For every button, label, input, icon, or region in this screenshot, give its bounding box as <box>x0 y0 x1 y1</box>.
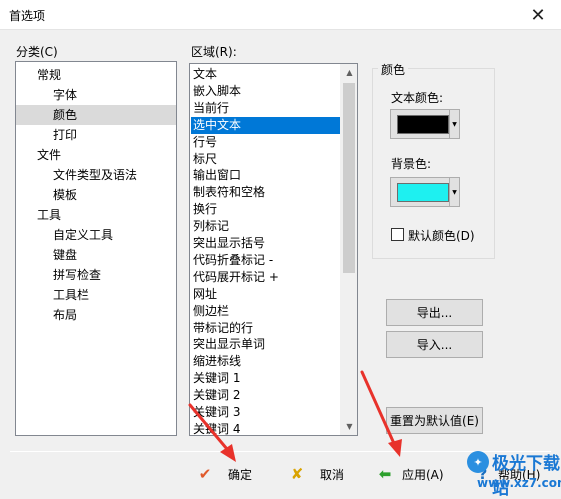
export-button[interactable]: 导出... <box>386 299 483 326</box>
checkmark-icon: ✔ <box>198 465 212 483</box>
bg-color-label: 背景色: <box>391 157 432 171</box>
bg-color-picker[interactable]: ▼ <box>390 177 460 207</box>
area-item[interactable]: 选中文本 <box>191 116 340 134</box>
default-color-label[interactable]: 默认颜色(D) <box>408 227 475 244</box>
scroll-up-icon[interactable]: ▲ <box>341 64 357 81</box>
apply-button[interactable]: ⬅ 应用(A) <box>376 461 444 487</box>
watermark-url: www.xz7.com <box>477 476 561 490</box>
default-color-checkbox[interactable] <box>391 228 404 241</box>
watermark-logo-icon: ✦ <box>467 451 489 473</box>
area-item[interactable]: 带标记的行 <box>191 320 340 337</box>
category-item[interactable]: 自定义工具 <box>16 225 176 245</box>
cancel-label: 取消 <box>320 467 345 482</box>
close-icon[interactable]: ✕ <box>515 0 561 30</box>
area-item[interactable]: 当前行 <box>191 100 340 117</box>
category-item[interactable]: 颜色 <box>16 105 176 125</box>
ok-label: 确定 <box>228 467 253 482</box>
ok-button[interactable]: ✔ 确定 <box>196 461 252 487</box>
area-item[interactable]: 关键词 3 <box>191 404 340 421</box>
area-item[interactable]: 标尺 <box>191 151 340 168</box>
area-label: 区域(R): <box>191 45 237 59</box>
category-label: 分类(C) <box>16 45 58 59</box>
category-item[interactable]: 键盘 <box>16 245 176 265</box>
cross-icon: ✘ <box>290 465 304 483</box>
arrow-left-icon: ⬅ <box>378 465 392 483</box>
area-item[interactable]: 输出窗口 <box>191 167 340 184</box>
area-item[interactable]: 关键词 1 <box>191 370 340 387</box>
category-item[interactable]: 文件 <box>16 145 176 165</box>
area-item[interactable]: 侧边栏 <box>191 303 340 320</box>
text-color-picker[interactable]: ▼ <box>390 109 460 139</box>
title-bar: 首选项 ✕ <box>0 0 561 30</box>
category-item[interactable]: 工具栏 <box>16 285 176 305</box>
area-item[interactable]: 突出显示括号 <box>191 235 340 252</box>
area-list[interactable]: 关键词 4 关键词 3 关键词 2 关键词 1 缩进标线 突出显示单词 带标记的行 侧边栏 网址… <box>189 63 358 436</box>
category-item[interactable]: 文件类型及语法 <box>16 165 176 185</box>
area-item[interactable]: 缩进标线 <box>191 353 340 370</box>
cancel-button[interactable]: ✘ 取消 <box>288 461 344 487</box>
area-scrollbar[interactable]: ▲ ▼ <box>340 64 357 435</box>
window-title: 首选项 <box>9 9 46 23</box>
bg-color-swatch <box>397 183 449 202</box>
text-color-swatch <box>397 115 449 134</box>
area-item[interactable]: 嵌入脚本 <box>191 83 340 100</box>
area-item[interactable]: 行号 <box>191 134 340 151</box>
area-item[interactable]: 关键词 2 <box>191 387 340 404</box>
category-item[interactable]: 字体 <box>16 85 176 105</box>
watermark: ✦ 极光下载站 www.xz7.com <box>467 449 561 499</box>
annotation-arrowhead <box>388 439 402 457</box>
category-item[interactable]: 布局 <box>16 305 176 325</box>
area-item[interactable]: 代码折叠标记 - <box>191 252 340 269</box>
chevron-down-icon: ▼ <box>449 178 459 206</box>
area-item[interactable]: 制表符和空格 <box>191 184 340 201</box>
color-group-title: 颜色 <box>378 61 409 78</box>
category-tree[interactable]: 常规 字体 颜色 打印 文件 文件类型及语法 模板 工具 自定义工具 键盘 拼写检查 工具栏 布局 <box>15 61 177 436</box>
annotation-arrowhead <box>220 444 236 462</box>
chevron-down-icon: ▼ <box>449 110 459 138</box>
area-item[interactable]: 代码展开标记 + <box>191 269 340 286</box>
area-item[interactable]: 文本 <box>191 66 340 83</box>
area-item[interactable]: 列标记 <box>191 218 340 235</box>
category-item[interactable]: 工具 <box>16 205 176 225</box>
category-item[interactable]: 打印 <box>16 125 176 145</box>
reset-defaults-button[interactable]: 重置为默认值(E) <box>386 407 483 434</box>
text-color-label: 文本颜色: <box>391 91 444 105</box>
scroll-thumb[interactable] <box>343 83 355 273</box>
category-item[interactable]: 模板 <box>16 185 176 205</box>
area-item[interactable]: 突出显示单词 <box>191 336 340 353</box>
watermark-name: 极光下载站 <box>492 454 560 499</box>
import-button[interactable]: 导入... <box>386 331 483 358</box>
category-item[interactable]: 拼写检查 <box>16 265 176 285</box>
scroll-down-icon[interactable]: ▼ <box>341 418 357 435</box>
area-item[interactable]: 网址 <box>191 286 340 303</box>
apply-label: 应用(A) <box>402 467 444 482</box>
area-item[interactable]: 换行 <box>191 201 340 218</box>
category-item[interactable]: 常规 <box>16 65 176 85</box>
area-item[interactable]: 关键词 4 <box>191 421 340 435</box>
